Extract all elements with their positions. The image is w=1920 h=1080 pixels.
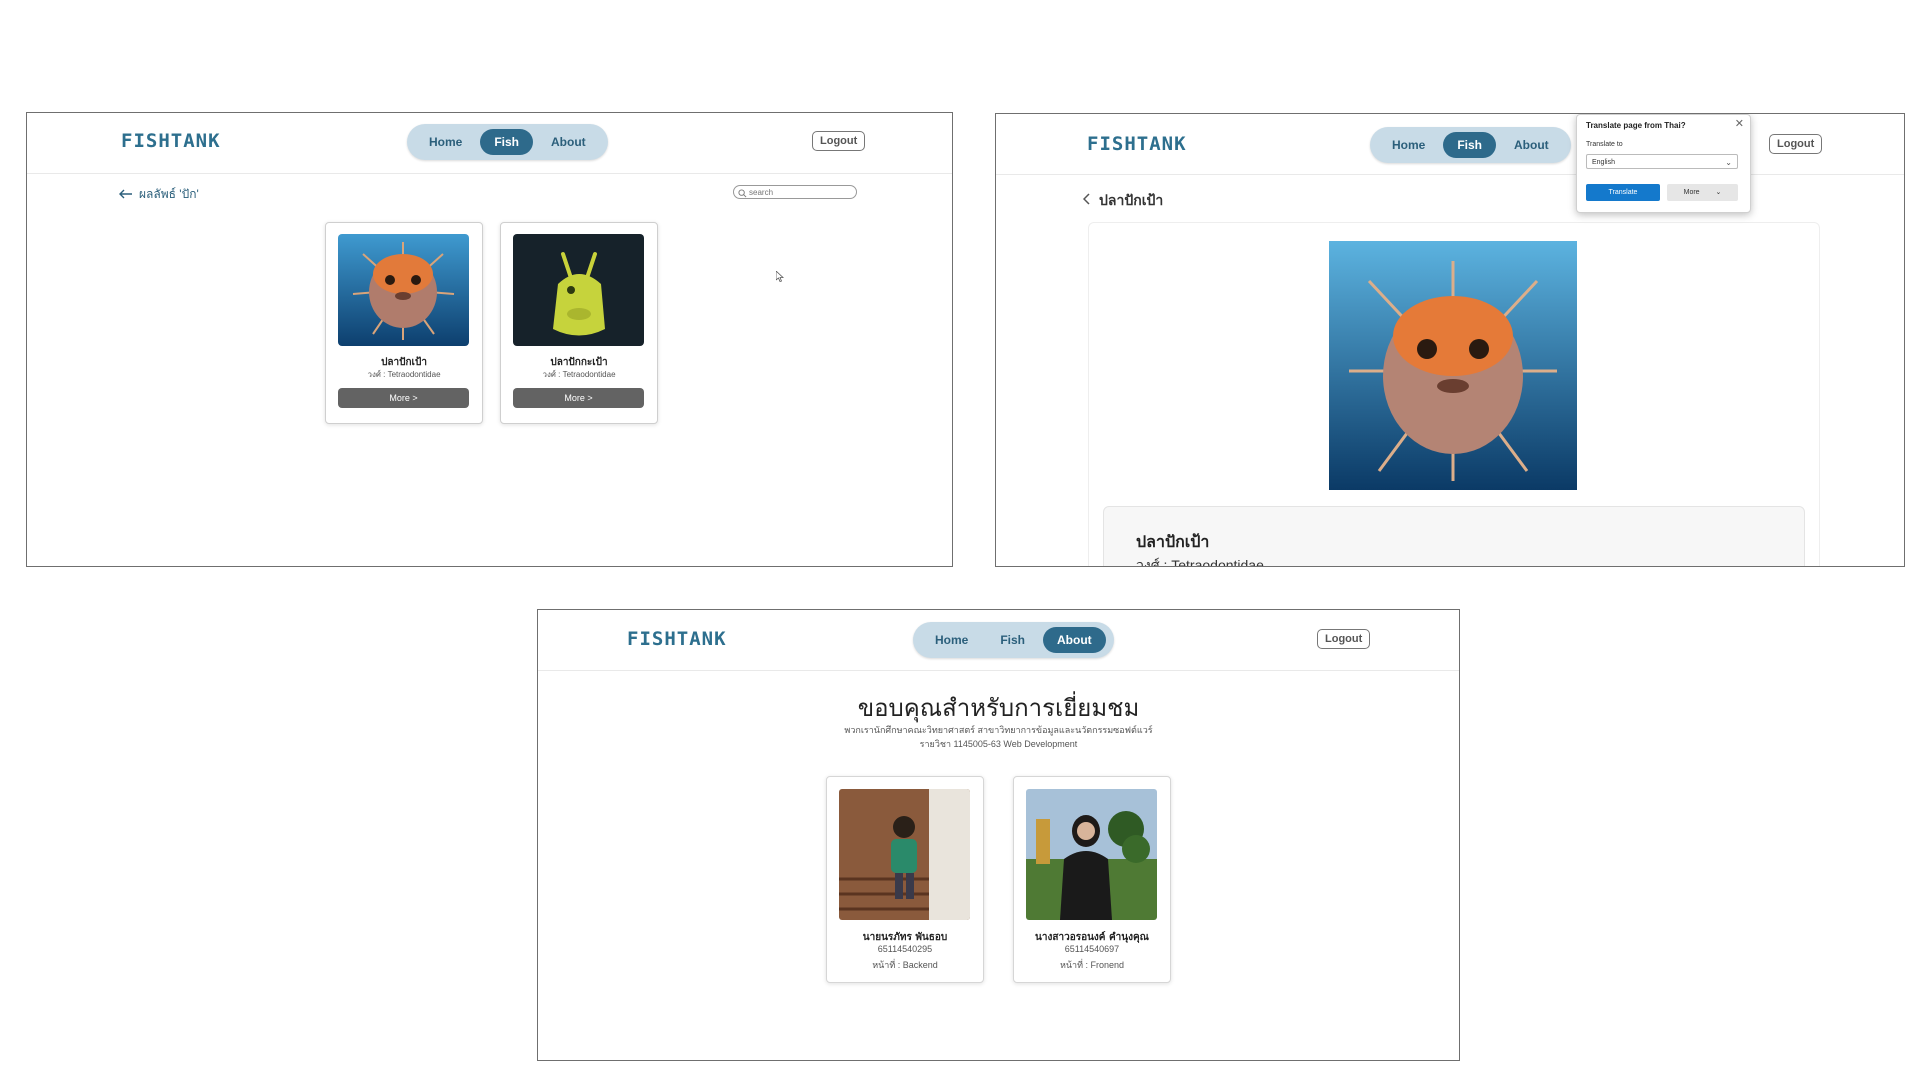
nav-bar: Home Fish About	[407, 124, 608, 160]
search-box[interactable]	[733, 185, 857, 199]
nav-fish[interactable]: Fish	[986, 627, 1039, 653]
fish-family: วงศ์ : Tetraodontidae	[1136, 557, 1264, 567]
pufferfish-large-image	[1329, 241, 1577, 490]
fish-detail-panel: FISHTANK Home Fish About Logout ปลาปักเป…	[995, 113, 1905, 567]
fish-info-box: ปลาปักเป้า วงศ์ : Tetraodontidae	[1103, 506, 1805, 567]
logout-button[interactable]: Logout	[1769, 134, 1823, 154]
nav-bar: Home Fish About	[1370, 127, 1571, 163]
fish-card-pufferfish[interactable]: ปลาปักเป้า วงศ์ : Tetraodontidae More >	[325, 222, 483, 424]
mouse-cursor-icon	[775, 267, 785, 286]
nav-about[interactable]: About	[1043, 627, 1106, 653]
member-name: นายนรภัทร พันธอบ	[862, 932, 948, 943]
about-subtitle-2: รายวิชา 1145005-63 Web Development	[919, 739, 1078, 749]
member-card-frontend: นางสาวอรอนงค์ คำนุงคุณ 65114540697 หน้าท…	[1013, 776, 1171, 983]
member-id: 65114540697	[1064, 944, 1120, 954]
nav-home[interactable]: Home	[415, 129, 476, 155]
search-result-label: ผลลัพธ์ 'ปัก'	[139, 187, 199, 201]
chevron-down-icon: ⌄	[1715, 189, 1722, 196]
pufferfish-image	[338, 234, 469, 346]
member-card-backend: นายนรภัทร พันธอบ 65114540295 หน้าที่ : B…	[826, 776, 984, 983]
member-name: นางสาวอรอนงค์ คำนุงคุณ	[1035, 932, 1149, 943]
detail-breadcrumb: ปลาปักเป้า	[1082, 190, 1164, 212]
nav-home[interactable]: Home	[921, 627, 982, 653]
more-button[interactable]: More >	[513, 388, 644, 408]
translate-button[interactable]: Translate	[1586, 184, 1660, 201]
about-subtitle-1: พวกเรานักศึกษาคณะวิทยาศาสตร์ สาขาวิทยากา…	[844, 725, 1153, 735]
header-bar: FISHTANK Home Fish About Logout	[996, 114, 1904, 175]
cowfish-image	[513, 234, 644, 346]
nav-fish[interactable]: Fish	[480, 129, 534, 155]
more-button[interactable]: More >	[338, 388, 469, 408]
more-label: More	[1683, 189, 1700, 196]
logout-button[interactable]: Logout	[1317, 629, 1371, 649]
page-title: ปลาปักเป้า	[1099, 193, 1164, 209]
language-value: English	[1592, 159, 1615, 166]
detail-card: ปลาปักเป้า วงศ์ : Tetraodontidae	[1088, 222, 1820, 567]
thanks-heading: ขอบคุณสำหรับการเยี่ยมชม	[857, 694, 1140, 722]
member-role: หน้าที่ : Backend	[872, 960, 938, 970]
member-id: 65114540295	[877, 944, 933, 954]
about-panel: FISHTANK Home Fish About Logout ขอบคุณสำ…	[537, 609, 1460, 1061]
member-role: หน้าที่ : Fronend	[1059, 960, 1125, 970]
chevron-down-icon: ⌄	[1725, 158, 1732, 167]
header-bar: FISHTANK Home Fish About Logout	[538, 610, 1459, 671]
search-icon	[738, 183, 747, 202]
nav-about[interactable]: About	[1500, 132, 1563, 158]
fish-family: วงศ์ : Tetraodontidae	[367, 370, 441, 379]
nav-about[interactable]: About	[537, 129, 600, 155]
language-select[interactable]: English ⌄	[1586, 154, 1738, 169]
logo: FISHTANK	[121, 130, 221, 152]
nav-home[interactable]: Home	[1378, 132, 1439, 158]
header-bar: FISHTANK Home Fish About Logout	[27, 113, 952, 174]
search-input[interactable]	[747, 187, 849, 197]
more-options-button[interactable]: More ⌄	[1667, 184, 1738, 201]
translate-popup: Translate page from Thai? ✕ Translate to…	[1576, 114, 1751, 213]
fish-family: วงศ์ : Tetraodontidae	[542, 370, 616, 379]
fish-card-cowfish[interactable]: ปลาปักกะเป้า วงศ์ : Tetraodontidae More …	[500, 222, 658, 424]
translate-title: Translate page from Thai?	[1586, 121, 1686, 130]
close-icon[interactable]: ✕	[1735, 117, 1744, 130]
logout-button[interactable]: Logout	[812, 131, 866, 151]
nav-fish[interactable]: Fish	[1443, 132, 1497, 158]
member-photo	[839, 789, 970, 920]
translate-to-label: Translate to	[1586, 141, 1623, 148]
breadcrumb: ผลลัพธ์ 'ปัก'	[119, 185, 199, 204]
logo: FISHTANK	[627, 628, 727, 650]
fish-list-panel: FISHTANK Home Fish About Logout ผลลัพธ์ …	[26, 112, 953, 567]
logo: FISHTANK	[1087, 133, 1187, 155]
member-photo	[1026, 789, 1157, 920]
nav-bar: Home Fish About	[913, 622, 1114, 658]
arrow-left-icon[interactable]	[119, 188, 133, 202]
fish-name: ปลาปักเป้า	[1136, 532, 1210, 551]
chevron-left-icon[interactable]	[1082, 193, 1091, 209]
